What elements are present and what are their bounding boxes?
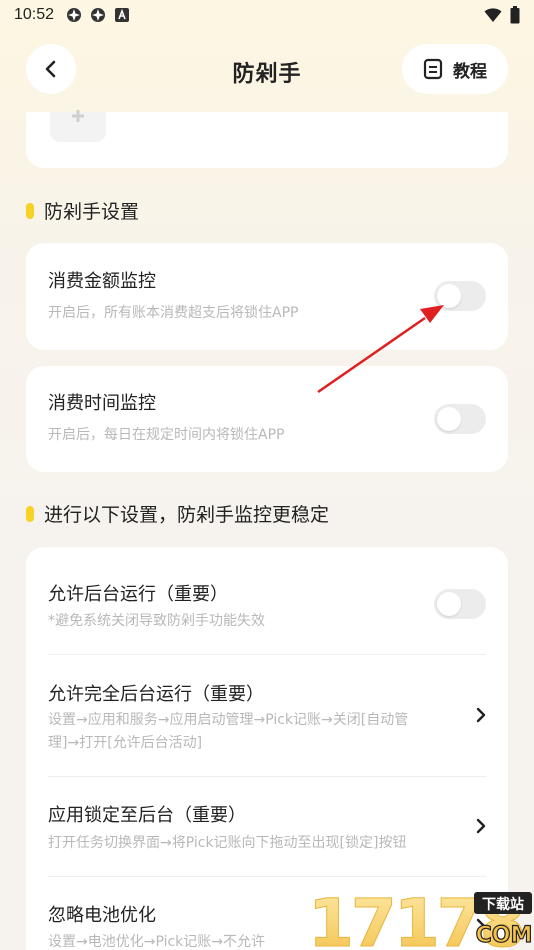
- status-right-icons: [484, 6, 520, 24]
- wifi-icon: [484, 8, 502, 22]
- amount-monitor-desc: 开启后，所有账本消费超支后将锁住APP: [48, 305, 299, 321]
- section-stability: 进行以下设置，防剁手监控更稳定: [26, 500, 329, 527]
- section-accent-bar: [26, 202, 34, 219]
- plus-icon: [72, 110, 84, 122]
- item-desc: 打开任务切换界面→将Pick记账向下拖动至出现[锁定]按钮: [48, 835, 407, 851]
- amount-monitor-toggle[interactable]: [434, 281, 486, 311]
- item-desc-line2: 理]→打开[允许后台活动]: [48, 735, 203, 751]
- status-time: 10:52: [14, 6, 55, 23]
- add-button[interactable]: [50, 110, 106, 142]
- battery-icon: [510, 6, 520, 24]
- toggle-knob: [437, 407, 461, 431]
- time-monitor-title: 消费时间监控: [48, 393, 156, 414]
- time-monitor-toggle[interactable]: [434, 404, 486, 434]
- svg-text:COM: COM: [476, 923, 533, 948]
- chevron-right-icon: [476, 818, 486, 834]
- header: 防剁手 教程: [0, 44, 534, 96]
- divider: [48, 776, 486, 777]
- tutorial-label: 教程: [453, 61, 487, 82]
- toggle-knob: [437, 592, 461, 616]
- status-bar: 10:52: [0, 0, 534, 30]
- status-left-icons: [66, 7, 130, 23]
- text-a-icon: [115, 8, 130, 22]
- amount-monitor-title: 消费金额监控: [48, 271, 156, 292]
- section-title: 进行以下设置，防剁手监控更稳定: [44, 504, 330, 526]
- chevron-right-icon: [476, 707, 486, 723]
- item-title: 应用锁定至后台（重要）: [48, 805, 246, 826]
- divider: [48, 876, 486, 877]
- amount-monitor-card: 消费金额监控 开启后，所有账本消费超支后将锁住APP: [26, 243, 508, 350]
- svg-text:下载站: 下载站: [482, 896, 524, 913]
- item-desc: 设置→电池优化→Pick记账→不允许: [48, 934, 266, 950]
- item-desc-line1: 设置→应用和服务→应用启动管理→Pick记账→关闭[自动管: [48, 712, 409, 728]
- app-notification-icon: [67, 8, 82, 22]
- tutorial-button[interactable]: 教程: [402, 44, 508, 94]
- book-icon: [423, 58, 443, 80]
- add-card: [26, 110, 508, 168]
- time-monitor-card: 消费时间监控 开启后，每日在规定时间内将锁住APP: [26, 366, 508, 472]
- item-desc: *避免系统关闭导致防剁手功能失效: [48, 613, 265, 629]
- time-monitor-desc: 开启后，每日在规定时间内将锁住APP: [48, 427, 285, 443]
- section-accent-bar: [26, 505, 34, 522]
- toggle-knob: [437, 284, 461, 308]
- item-title: 允许后台运行（重要）: [48, 584, 228, 605]
- site-watermark-logo: 17178 下载站 COM: [308, 884, 534, 950]
- app-notification-icon: [91, 8, 106, 22]
- section-anti-spend: 防剁手设置: [26, 197, 139, 224]
- divider: [48, 654, 486, 655]
- section-title: 防剁手设置: [44, 201, 140, 223]
- item-title: 允许完全后台运行（重要）: [48, 684, 264, 705]
- background-run-toggle[interactable]: [434, 589, 486, 619]
- item-title: 忽略电池优化: [48, 905, 156, 926]
